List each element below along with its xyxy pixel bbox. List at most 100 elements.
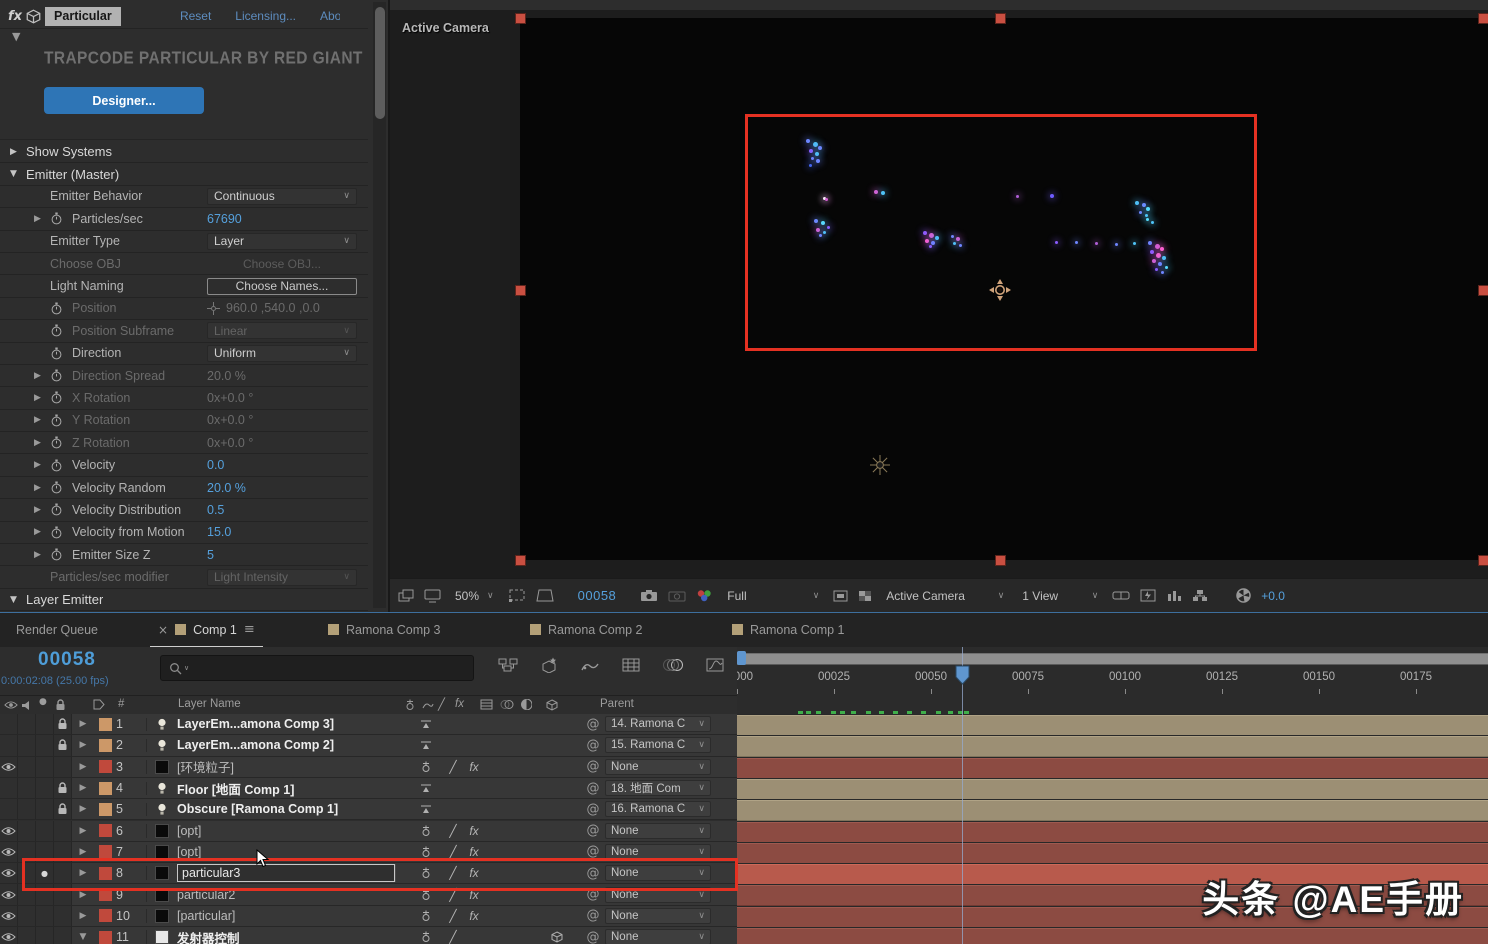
lock-cell[interactable] [54,821,72,841]
stopwatch-icon[interactable] [50,212,72,225]
param-row-velocity-random[interactable]: ▶Velocity Random20.0 % [0,477,368,499]
show-snapshot-icon[interactable] [668,589,686,602]
lock-cell[interactable] [54,778,72,798]
param-number-value[interactable]: 15.0 [207,525,231,539]
layer-row-11[interactable]: ▼11发射器控制╱@None∨ [0,927,1488,944]
audio-cell[interactable] [18,927,36,944]
shy-switch-column-icon[interactable] [422,699,434,710]
layer-row-3[interactable]: ▶3[环境粒子]╱fx@None∨ [0,757,1488,778]
fx-switch-icon[interactable]: fx [461,824,487,838]
label-color-chip[interactable] [94,909,116,922]
composition-mini-flowchart-icon[interactable] [498,658,518,672]
layer-track[interactable] [737,757,1488,779]
region-of-interest-icon[interactable] [508,588,526,603]
param-row-velocity-distribution[interactable]: ▶Velocity Distribution0.5 [0,499,368,521]
solo-cell[interactable] [36,927,54,944]
stopwatch-icon[interactable] [50,302,72,315]
layer-handle[interactable] [1479,556,1488,565]
3d-layer-column-icon[interactable] [546,699,558,711]
timeline-button-icon[interactable] [1166,589,1182,602]
quality-switch-icon[interactable]: ╱ [445,824,461,838]
param-dropdown[interactable]: Uniform∨ [207,345,357,362]
layer-switches[interactable]: ╱fx [407,909,581,923]
layer-row-left[interactable]: ▶5Obscure [Ramona Comp 1]@16. Ramona C∨ [0,799,737,820]
pickwhip-icon[interactable]: @ [581,759,605,774]
stopwatch-icon[interactable] [50,503,72,516]
param-row-z-rotation[interactable]: ▶Z Rotation0x+0.0 ° [0,432,368,454]
safe-margins-icon[interactable] [536,589,554,602]
lock-cell[interactable] [54,714,72,734]
layer-switches[interactable] [407,804,581,814]
expand-arrow-icon[interactable]: ▶ [72,890,94,900]
solo-cell[interactable] [36,799,54,819]
lock-column-icon[interactable] [55,699,66,711]
layer-track[interactable] [737,735,1488,757]
layer-row-6[interactable]: ▶6[opt]╱fx@None∨ [0,821,1488,842]
collapse-switch-icon[interactable] [407,825,445,837]
expand-arrow-icon[interactable]: ▶ [72,826,94,836]
stopwatch-icon[interactable] [50,436,72,449]
layer-row-left[interactable]: ▶3[环境粒子]╱fx@None∨ [0,757,737,778]
stopwatch-icon[interactable] [50,347,72,360]
3d-view-dropdown[interactable]: Active Camera∨ [882,589,1008,603]
layer-name-column-header[interactable]: Layer Name [178,698,241,710]
solo-cell[interactable] [36,714,54,734]
layer-duration-bar[interactable] [737,779,1488,800]
pickwhip-icon[interactable]: @ [581,781,605,796]
draft-3d-icon[interactable] [540,657,558,673]
layer-name[interactable]: Floor [地面 Comp 1] [177,779,407,798]
expand-arrow-icon[interactable]: ▶ [34,438,50,448]
eye-cell[interactable] [0,906,18,926]
param-row-velocity[interactable]: ▶Velocity0.0 [0,454,368,476]
expand-arrow-icon[interactable]: ▼ [72,932,94,942]
link-about[interactable]: About [320,9,340,23]
quality-switch-icon[interactable]: ╱ [445,845,461,859]
fx-switch-icon[interactable]: fx [461,845,487,859]
param-row-particles-sec-modifier[interactable]: Particles/sec modifierLight Intensity∨ [0,566,368,588]
param-dropdown[interactable]: Layer∨ [207,233,357,250]
fx-switch-icon[interactable]: fx [461,760,487,774]
param-row-position[interactable]: Position960.0 ,540.0 ,0.0 [0,298,368,320]
stopwatch-icon[interactable] [50,414,72,427]
eye-cell[interactable] [0,863,18,883]
collapse-switch-column-icon[interactable] [404,699,416,711]
layer-duration-bar[interactable] [737,736,1488,757]
layer-row-left[interactable]: ▶1LayerEm...amona Comp 3]@14. Ramona C∨ [0,714,737,735]
param-row-emitter-size-z[interactable]: ▶Emitter Size Z5 [0,544,368,566]
param-row-show-systems[interactable]: ▶Show Systems [0,141,368,163]
layer-name[interactable]: [particular] [177,909,407,923]
collapse-triangle-icon[interactable]: ▼ [12,30,20,43]
channel-dropdown[interactable]: Full∨ [723,589,823,603]
label-column-icon[interactable] [93,699,105,710]
primary-viewer-icon[interactable] [424,589,441,603]
pickwhip-icon[interactable]: @ [581,930,605,944]
work-area-bar[interactable] [737,653,1488,665]
param-row-direction-spread[interactable]: ▶Direction Spread20.0 % [0,365,368,387]
layer-name[interactable]: LayerEm...amona Comp 3] [177,717,407,731]
parent-column-header[interactable]: Parent [600,698,634,710]
solo-cell[interactable] [36,757,54,777]
expand-arrow-icon[interactable]: ▶ [34,415,50,425]
expand-arrow-icon[interactable]: ▶ [72,762,94,772]
frame-blend-column-icon[interactable] [480,699,493,710]
parent-dropdown-box[interactable]: None∨ [605,759,711,775]
param-row-direction[interactable]: DirectionUniform∨ [0,343,368,365]
solo-cell[interactable] [36,821,54,841]
search-input[interactable]: ∨ [160,655,474,681]
layer-switches[interactable]: ╱ [407,930,581,944]
lock-cell[interactable] [54,799,72,819]
parent-dropdown[interactable]: None∨ [605,823,721,839]
parent-dropdown-box[interactable]: 18. 地面 Com∨ [605,780,711,796]
layer-row-left[interactable]: ▶6[opt]╱fx@None∨ [0,821,737,842]
layer-switches[interactable] [407,783,581,793]
param-row-emitter-behavior[interactable]: Emitter BehaviorContinuous∨ [0,186,368,208]
label-color-chip[interactable] [94,845,116,858]
snapshot-camera-icon[interactable] [640,589,658,602]
close-icon[interactable]: × [158,623,168,637]
layer-switches[interactable] [407,719,581,729]
tab-ramona-comp-1[interactable]: Ramona Comp 1 [724,613,853,646]
expand-arrow-icon[interactable]: ▶ [10,147,26,157]
eye-cell[interactable] [0,799,18,819]
stopwatch-icon[interactable] [50,369,72,382]
work-area-start-handle[interactable] [737,651,746,665]
